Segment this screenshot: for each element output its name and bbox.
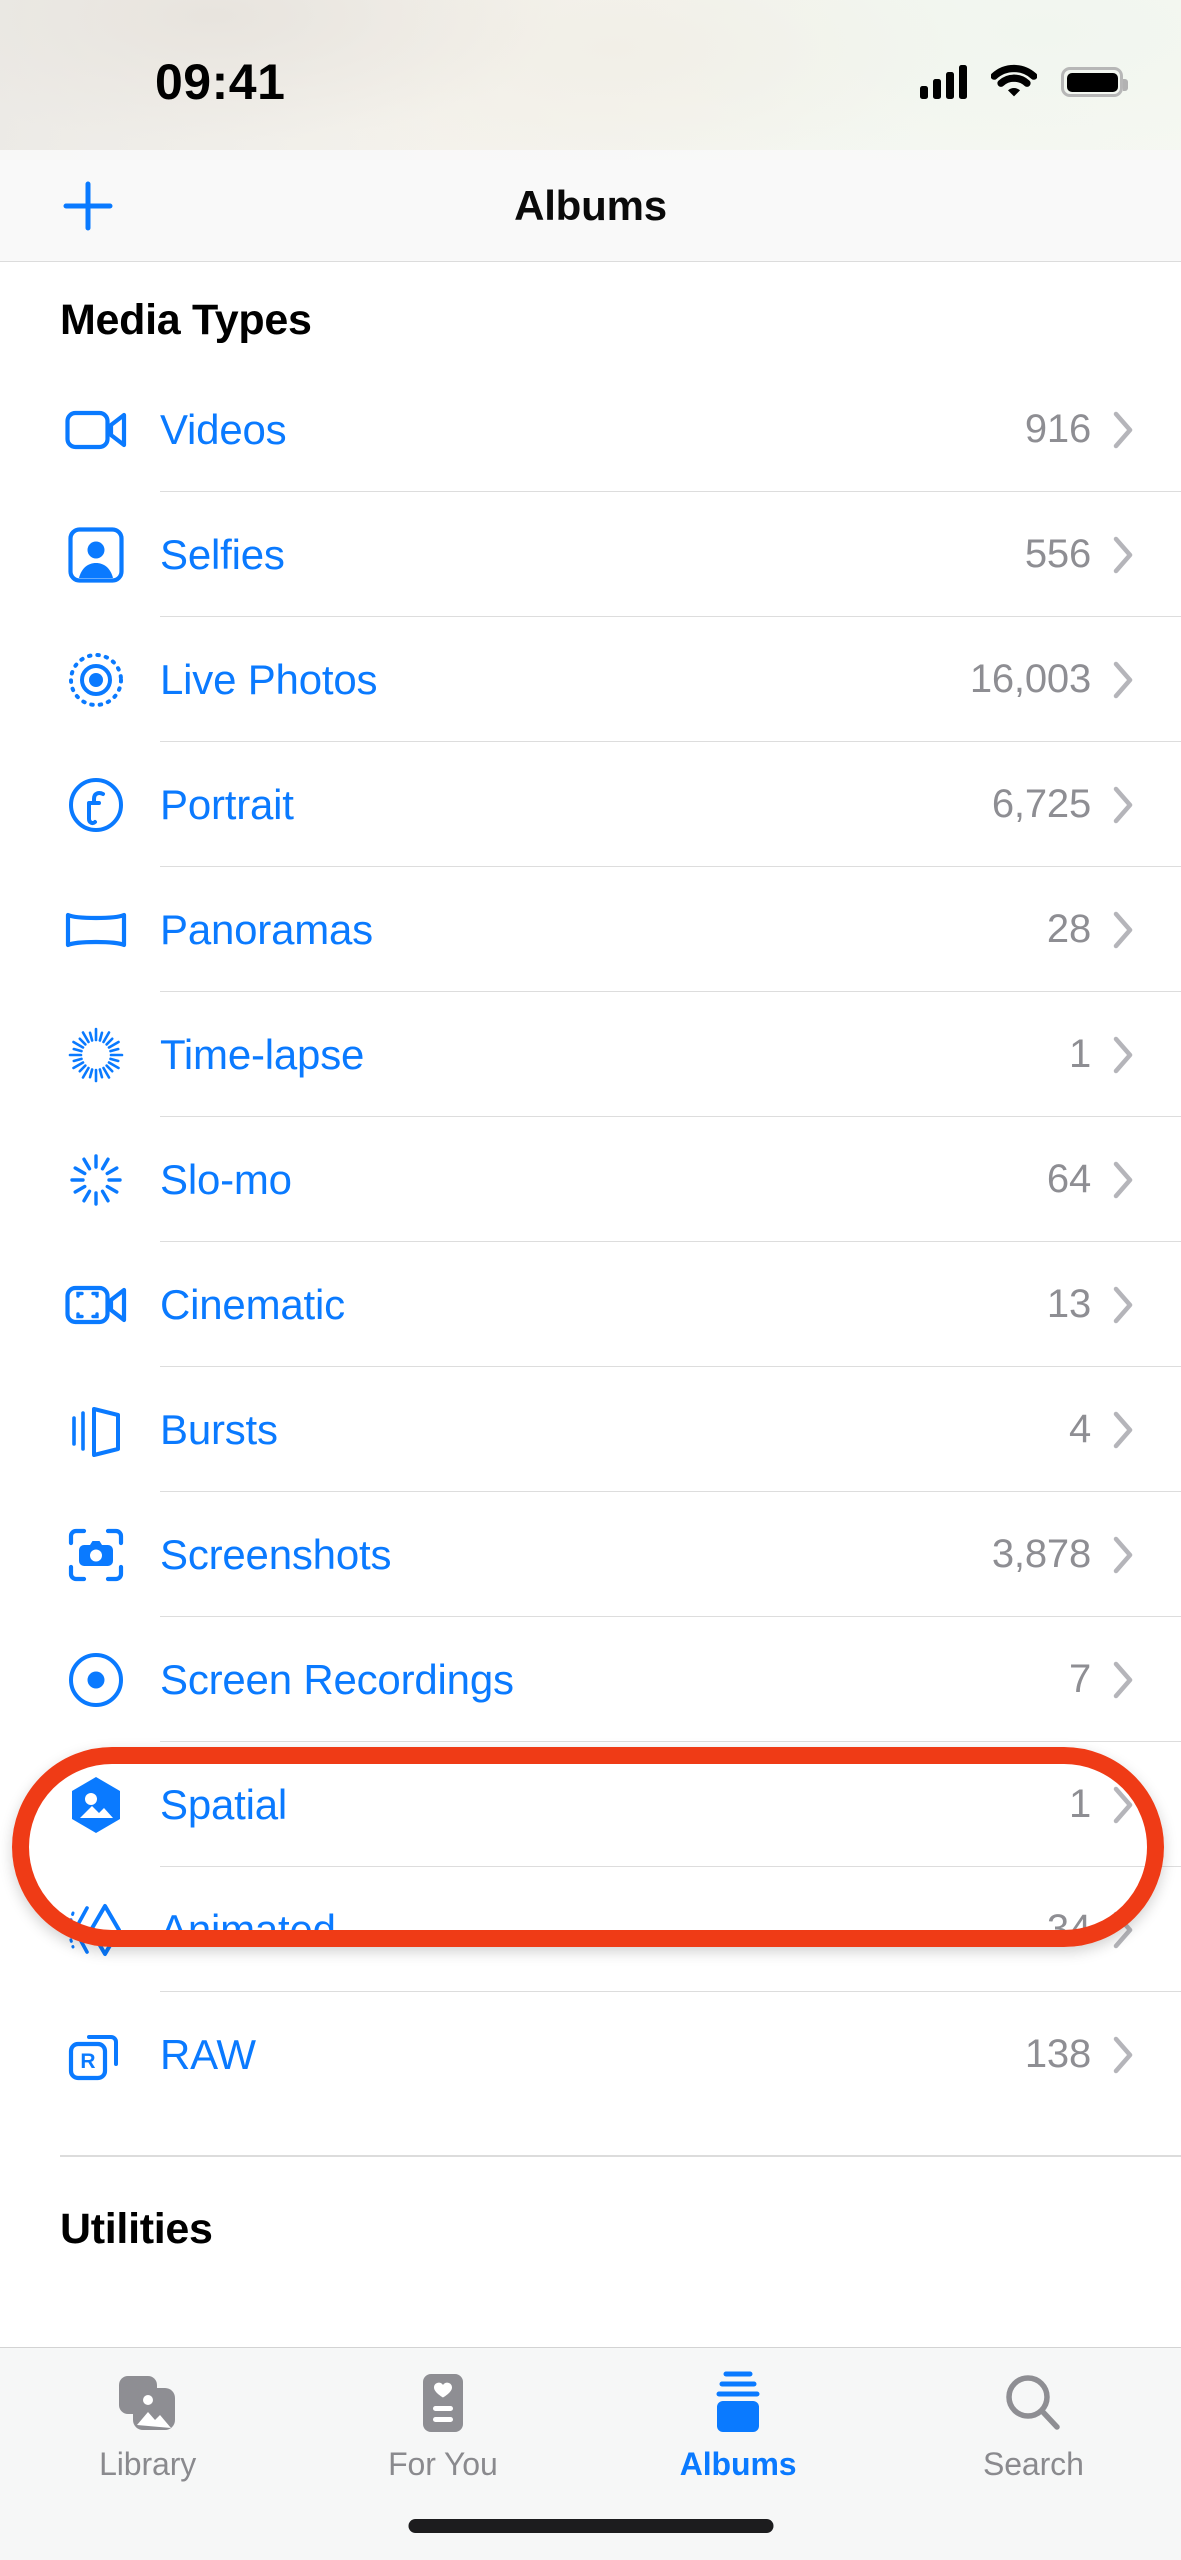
screenshot-camera-icon <box>60 1519 132 1591</box>
chevron-right-icon <box>1113 2036 1135 2074</box>
plus-icon[interactable] <box>55 173 121 239</box>
tab-albums[interactable]: Albums <box>591 2370 886 2483</box>
list-item-label: Time-lapse <box>160 1030 365 1078</box>
list-item-raw[interactable]: R RAW 138 <box>0 1992 1181 2117</box>
list-item-cinematic[interactable]: Cinematic 13 <box>0 1242 1181 1367</box>
bursts-stack-icon <box>60 1394 132 1466</box>
battery-full-icon <box>1061 67 1128 97</box>
chevron-right-icon <box>1113 1661 1135 1699</box>
cinematic-video-icon <box>60 1269 132 1341</box>
list-item-screenshots[interactable]: Screenshots 3,878 <box>0 1492 1181 1617</box>
list-item-count: 13 <box>1046 1282 1091 1326</box>
status-bar-time: 09:41 <box>155 54 286 110</box>
livephoto-icon <box>60 644 132 716</box>
record-circle-icon <box>60 1644 132 1716</box>
tab-label: Search <box>982 2446 1084 2482</box>
chevron-right-icon <box>1113 1411 1135 1449</box>
list-item-label: Screen Recordings <box>160 1655 514 1703</box>
list-item-label: Slo-mo <box>160 1155 292 1203</box>
list-item-count: 3,878 <box>991 1532 1091 1576</box>
chevron-right-icon <box>1113 1536 1135 1574</box>
list-item-label: Bursts <box>160 1405 278 1453</box>
list-item-label: Screenshots <box>160 1530 392 1578</box>
list-item-count: 6,725 <box>991 782 1091 826</box>
video-camera-icon <box>60 394 132 466</box>
list-item-label: Panoramas <box>160 905 373 953</box>
list-item-bursts[interactable]: Bursts 4 <box>0 1367 1181 1492</box>
tab-label: Albums <box>679 2446 797 2482</box>
list-item-label: Videos <box>160 405 287 453</box>
f-aperture-icon <box>60 769 132 841</box>
list-item-selfies[interactable]: Selfies 556 <box>0 492 1181 617</box>
tab-library[interactable]: Library <box>0 2370 295 2483</box>
list-item-count: 34 <box>1046 1907 1091 1951</box>
for-you-card-icon <box>417 2370 469 2436</box>
list-item-spatial[interactable]: Spatial 1 <box>0 1742 1181 1867</box>
raw-badge-icon: R <box>60 2019 132 2091</box>
list-item-count: 28 <box>1046 907 1091 951</box>
svg-text:R: R <box>80 2050 95 2073</box>
animated-chevrons-icon <box>60 1894 132 1966</box>
list-item-count: 7 <box>1068 1657 1091 1701</box>
chevron-right-icon <box>1113 661 1135 699</box>
list-item-videos[interactable]: Videos 916 <box>0 367 1181 492</box>
list-item-screen-recordings[interactable]: Screen Recordings 7 <box>0 1617 1181 1742</box>
list-item-label: Cinematic <box>160 1280 345 1328</box>
list-item-count: 138 <box>1024 2032 1091 2076</box>
list-item-count: 16,003 <box>969 657 1091 701</box>
spatial-hexagon-icon <box>60 1769 132 1841</box>
list-item-count: 1 <box>1068 1032 1091 1076</box>
panorama-icon <box>60 894 132 966</box>
chevron-right-icon <box>1113 536 1135 574</box>
list-item-label: Selfies <box>160 530 285 578</box>
list-item-portrait[interactable]: Portrait 6,725 <box>0 742 1181 867</box>
list-item-count: 1 <box>1068 1782 1091 1826</box>
chevron-right-icon <box>1113 786 1135 824</box>
page-title: Albums <box>514 181 667 229</box>
list-item-time-lapse[interactable]: Time-lapse 1 <box>0 992 1181 1117</box>
tab-label: Library <box>99 2446 197 2482</box>
chevron-right-icon <box>1113 1161 1135 1199</box>
tab-label: For You <box>388 2446 498 2482</box>
list-item-count: 556 <box>1024 532 1091 576</box>
list-item-count: 916 <box>1024 407 1091 451</box>
tab-search[interactable]: Search <box>886 2370 1181 2483</box>
list-item-label: RAW <box>160 2030 256 2078</box>
wifi-icon <box>990 63 1038 102</box>
chevron-right-icon <box>1113 1786 1135 1824</box>
albums-list[interactable]: Media Types Videos 916 Selfies 556 Live Phot… <box>0 262 1181 2347</box>
list-item-count: 4 <box>1068 1407 1091 1451</box>
list-item-animated[interactable]: Animated 34 <box>0 1867 1181 1992</box>
list-item-label: Portrait <box>160 780 294 828</box>
home-indicator <box>408 2519 773 2533</box>
status-bar-icons <box>920 63 1128 102</box>
section-header-utilities: Utilities <box>60 2204 213 2253</box>
slomo-icon <box>60 1144 132 1216</box>
navigation-bar: Albums <box>0 150 1181 262</box>
chevron-right-icon <box>1113 1036 1135 1074</box>
list-item-label: Animated <box>160 1905 336 1953</box>
list-item-panoramas[interactable]: Panoramas 28 <box>0 867 1181 992</box>
list-item-label: Spatial <box>160 1780 288 1828</box>
chevron-right-icon <box>1113 911 1135 949</box>
chevron-right-icon <box>1113 1911 1135 1949</box>
list-item-count: 64 <box>1046 1157 1091 1201</box>
cellular-signal-icon <box>920 65 967 99</box>
media-types-list: Videos 916 Selfies 556 Live Photos 16,003 Port… <box>0 367 1181 2117</box>
search-icon <box>1002 2370 1064 2436</box>
timelapse-icon <box>60 1019 132 1091</box>
albums-stack-icon <box>708 2370 768 2436</box>
list-item-live-photos[interactable]: Live Photos 16,003 <box>0 617 1181 742</box>
section-header-media-types: Media Types <box>60 296 312 344</box>
tab-for-you[interactable]: For You <box>295 2370 590 2483</box>
photo-stack-icon <box>116 2370 180 2436</box>
chevron-right-icon <box>1113 1286 1135 1324</box>
chevron-right-icon <box>1113 411 1135 449</box>
status-bar: 09:41 <box>0 0 1181 150</box>
list-item-slo-mo[interactable]: Slo-mo 64 <box>0 1117 1181 1242</box>
person-crop-square-icon <box>60 519 132 591</box>
list-item-label: Live Photos <box>160 655 378 703</box>
